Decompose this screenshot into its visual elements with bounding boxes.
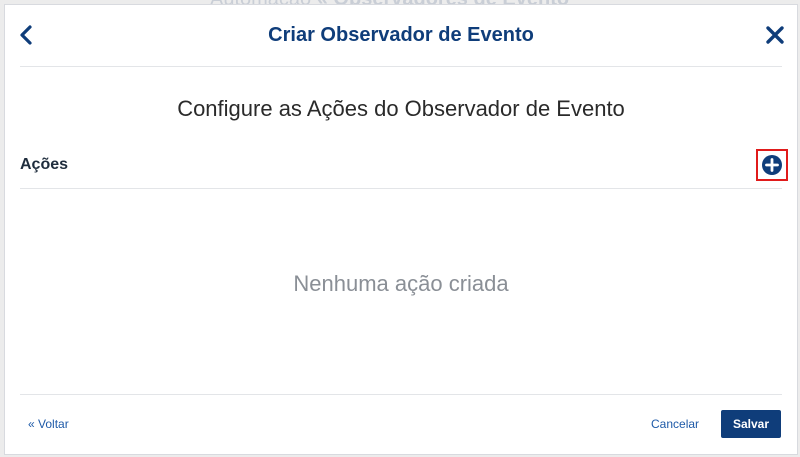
cancel-button[interactable]: Cancelar bbox=[651, 416, 699, 432]
back-link[interactable]: « Voltar bbox=[28, 416, 69, 432]
empty-actions-message: Nenhuma ação criada bbox=[293, 271, 509, 296]
page-subtitle: Configure as Ações do Observador de Even… bbox=[177, 96, 625, 121]
add-action-button[interactable] bbox=[756, 149, 788, 181]
section-divider bbox=[20, 188, 782, 189]
actions-section-label: Ações bbox=[20, 156, 69, 173]
modal-title: Criar Observador de Evento bbox=[268, 24, 534, 46]
header-divider bbox=[20, 66, 782, 67]
plus-circle-icon bbox=[762, 155, 782, 175]
create-event-observer-modal: Criar Observador de Evento Configure as … bbox=[4, 4, 798, 455]
save-button[interactable]: Salvar bbox=[721, 410, 781, 438]
footer-divider bbox=[20, 394, 782, 395]
modal-header: Criar Observador de Evento bbox=[5, 5, 797, 67]
close-button[interactable] bbox=[763, 23, 787, 47]
close-icon bbox=[766, 26, 784, 44]
